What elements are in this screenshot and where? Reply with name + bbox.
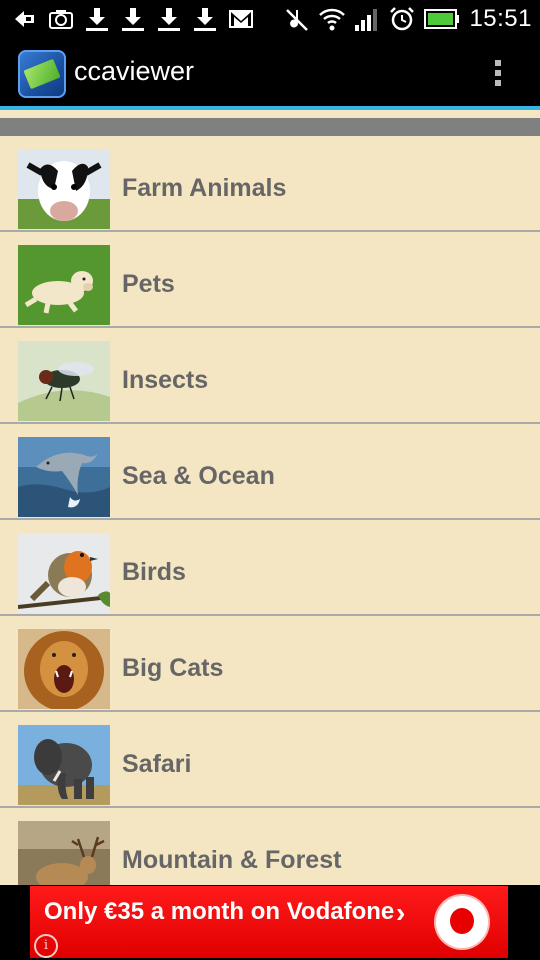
clock: 15:51 bbox=[469, 5, 532, 32]
status-bar: 15:51 bbox=[0, 0, 540, 38]
robin-photo bbox=[18, 533, 110, 613]
dog-photo bbox=[18, 245, 110, 325]
cow-photo bbox=[18, 149, 110, 229]
category-list: Farm Animals Pets Insects Sea & Ocean Bi… bbox=[0, 136, 540, 904]
info-icon[interactable]: i bbox=[34, 934, 58, 958]
list-item-label: Pets bbox=[122, 270, 175, 298]
list-item-farm-animals[interactable]: Farm Animals bbox=[0, 136, 540, 232]
list-item-pets[interactable]: Pets bbox=[0, 232, 540, 328]
list-item-label: Insects bbox=[122, 366, 209, 394]
list-item-label: Mountain & Forest bbox=[122, 846, 342, 874]
list-item-insects[interactable]: Insects bbox=[0, 328, 540, 424]
signal-icon bbox=[355, 9, 378, 31]
mute-icon bbox=[286, 9, 309, 31]
list-item-big-cats[interactable]: Big Cats bbox=[0, 616, 540, 712]
gmail-icon bbox=[229, 10, 253, 28]
elephant-photo bbox=[18, 725, 110, 805]
ad-banner[interactable]: Only €35 a month on Vodafone › i bbox=[30, 886, 508, 958]
ad-text: Only €35 a month on Vodafone bbox=[44, 898, 395, 925]
list-item-label: Sea & Ocean bbox=[122, 462, 275, 490]
download-icon bbox=[122, 8, 144, 31]
download-icon bbox=[158, 8, 180, 31]
list-item-birds[interactable]: Birds bbox=[0, 520, 540, 616]
vodafone-logo-icon bbox=[436, 896, 488, 948]
list-item-safari[interactable]: Safari bbox=[0, 712, 540, 808]
download-icon bbox=[194, 8, 216, 31]
camera-icon bbox=[49, 10, 73, 29]
list-item-label: Safari bbox=[122, 750, 192, 778]
app-icon[interactable] bbox=[18, 50, 66, 98]
list-item-sea-ocean[interactable]: Sea & Ocean bbox=[0, 424, 540, 520]
download-icon bbox=[86, 8, 108, 31]
list-header-strip bbox=[0, 118, 540, 136]
back-arrow-icon bbox=[15, 11, 34, 27]
system-icons: 15:51 bbox=[284, 4, 532, 34]
list-item-label: Birds bbox=[122, 558, 186, 586]
lion-photo bbox=[18, 629, 110, 709]
app-title: ccaviewer bbox=[74, 56, 195, 86]
chevron-right-icon: › bbox=[396, 897, 406, 928]
dolphin-photo bbox=[18, 437, 110, 517]
notification-icons bbox=[12, 6, 254, 32]
alarm-icon bbox=[390, 7, 415, 31]
fly-photo bbox=[18, 341, 110, 421]
list-item-label: Big Cats bbox=[122, 654, 224, 682]
battery-icon bbox=[424, 9, 460, 29]
action-bar-divider bbox=[0, 106, 540, 110]
overflow-menu-icon[interactable] bbox=[486, 56, 510, 92]
wifi-icon bbox=[319, 8, 346, 31]
list-item-label: Farm Animals bbox=[122, 174, 287, 202]
